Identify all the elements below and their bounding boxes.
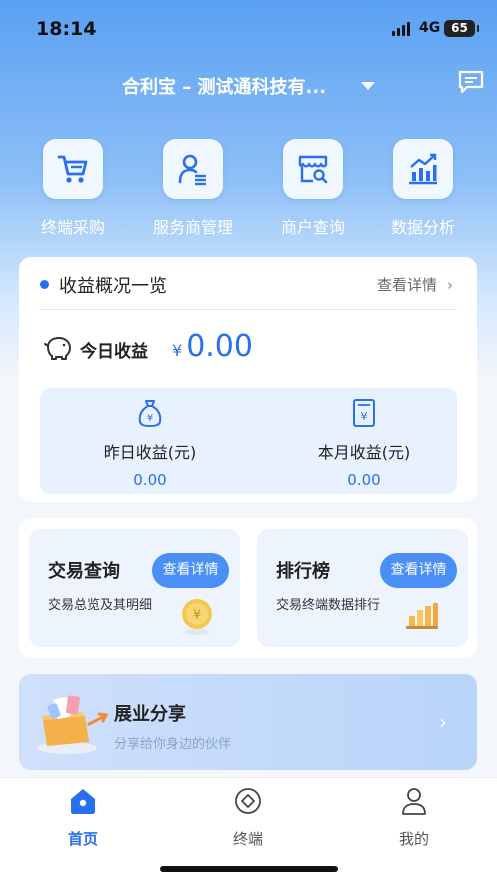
feature-cards: 交易查询 查看详情 交易总览及其明细 ¥ 排行榜 查看详情 交易终端数据排行 <box>19 518 477 658</box>
currency-symbol: ¥ <box>172 341 183 360</box>
quick-action-label: 商户查询 <box>280 218 345 237</box>
header: 合利宝 – 测试通科技有... <box>0 66 497 106</box>
banner-title: 展业分享 <box>114 704 186 725</box>
month-earnings: ¥ 本月收益(元) 0.00 <box>264 398 464 489</box>
store-search-icon <box>283 139 343 199</box>
earnings-title: 收益概况一览 <box>59 276 167 297</box>
chevron-right-icon: › <box>439 710 447 734</box>
dropdown-arrow-icon[interactable] <box>361 82 375 90</box>
quick-action-label: 服务商管理 <box>152 218 233 237</box>
cart-icon <box>43 139 103 199</box>
home-indicator <box>160 866 338 872</box>
chevron-right-icon: › <box>447 276 453 294</box>
quick-actions: 终端采购 服务商管理 商户查询 数据分析 <box>0 139 497 239</box>
network-type: 4G <box>419 20 441 36</box>
piggy-bank-icon <box>44 337 71 360</box>
bill-icon: ¥ <box>353 399 375 427</box>
ranking-subtitle: 交易终端数据排行 <box>276 598 381 613</box>
yesterday-earnings-label: 昨日收益(元) <box>103 443 197 462</box>
message-icon[interactable] <box>457 69 485 95</box>
earnings-summary: ¥ 昨日收益(元) 0.00 ¥ 本月收益(元) 0.00 <box>40 388 457 494</box>
quick-action-merchant-search[interactable]: 商户查询 <box>258 139 368 238</box>
ranking-card[interactable]: 排行榜 查看详情 交易终端数据排行 <box>257 529 468 647</box>
transaction-query-title: 交易查询 <box>48 561 120 582</box>
profile-icon <box>402 788 426 815</box>
tab-profile[interactable]: 我的 <box>354 786 474 849</box>
coin-icon: ¥ <box>182 599 212 635</box>
ranking-details-button[interactable]: 查看详情 <box>380 553 457 588</box>
company-selector[interactable]: 合利宝 – 测试通科技有... <box>122 73 326 99</box>
svg-text:¥: ¥ <box>193 608 201 623</box>
today-earnings-label: 今日收益 <box>80 342 148 362</box>
today-earnings-value: ¥0.00 <box>172 329 253 364</box>
transaction-query-subtitle: 交易总览及其明细 <box>48 598 153 613</box>
earnings-details-label: 查看详情 <box>376 276 437 294</box>
gift-box-icon <box>37 695 109 754</box>
quick-action-label: 数据分析 <box>390 218 455 237</box>
home-icon <box>71 789 95 814</box>
battery-level: 65 <box>451 21 468 35</box>
quick-action-provider-management[interactable]: 服务商管理 <box>138 139 248 238</box>
ranking-title: 排行榜 <box>276 561 330 582</box>
quick-action-label: 终端采购 <box>40 218 105 237</box>
tab-label: 我的 <box>398 830 429 848</box>
divider <box>39 309 457 310</box>
money-bag-icon: ¥ <box>138 400 162 428</box>
svg-text:¥: ¥ <box>147 413 153 424</box>
yesterday-earnings-value: 0.00 <box>133 471 167 489</box>
battery-icon: 65 <box>444 20 479 37</box>
tab-home[interactable]: 首页 <box>23 786 143 849</box>
today-earnings-amount: 0.00 <box>186 329 253 364</box>
section-dot <box>40 280 49 289</box>
earnings-details-link[interactable]: 查看详情 › <box>377 274 453 295</box>
chart-icon <box>393 139 453 199</box>
provider-icon <box>163 139 223 199</box>
quick-action-data-analysis[interactable]: 数据分析 <box>368 139 478 238</box>
quick-action-terminal-purchase[interactable]: 终端采购 <box>18 139 128 238</box>
bar-chart-icon <box>406 603 438 629</box>
month-earnings-value: 0.00 <box>347 471 381 489</box>
tab-label: 终端 <box>232 830 263 848</box>
status-bar: 18:14 4G 65 <box>0 0 497 58</box>
status-time: 18:14 <box>36 18 97 40</box>
tab-label: 首页 <box>67 830 98 848</box>
yesterday-earnings: ¥ 昨日收益(元) 0.00 <box>50 398 250 489</box>
share-banner[interactable]: 展业分享 分享给你身边的伙伴 › <box>19 674 477 770</box>
signal-icon <box>392 22 410 36</box>
terminal-icon <box>235 788 261 814</box>
banner-subtitle: 分享给你身边的伙伴 <box>114 737 232 752</box>
tab-terminal[interactable]: 终端 <box>188 786 308 849</box>
month-earnings-label: 本月收益(元) <box>317 443 411 462</box>
svg-text:¥: ¥ <box>361 410 368 423</box>
transaction-query-card[interactable]: 交易查询 查看详情 交易总览及其明细 ¥ <box>29 529 240 647</box>
earnings-card: 收益概况一览 查看详情 › 今日收益 ¥0.00 ¥ 昨日收益(元) 0.00 ¥… <box>19 257 477 502</box>
transaction-details-button[interactable]: 查看详情 <box>152 553 229 588</box>
